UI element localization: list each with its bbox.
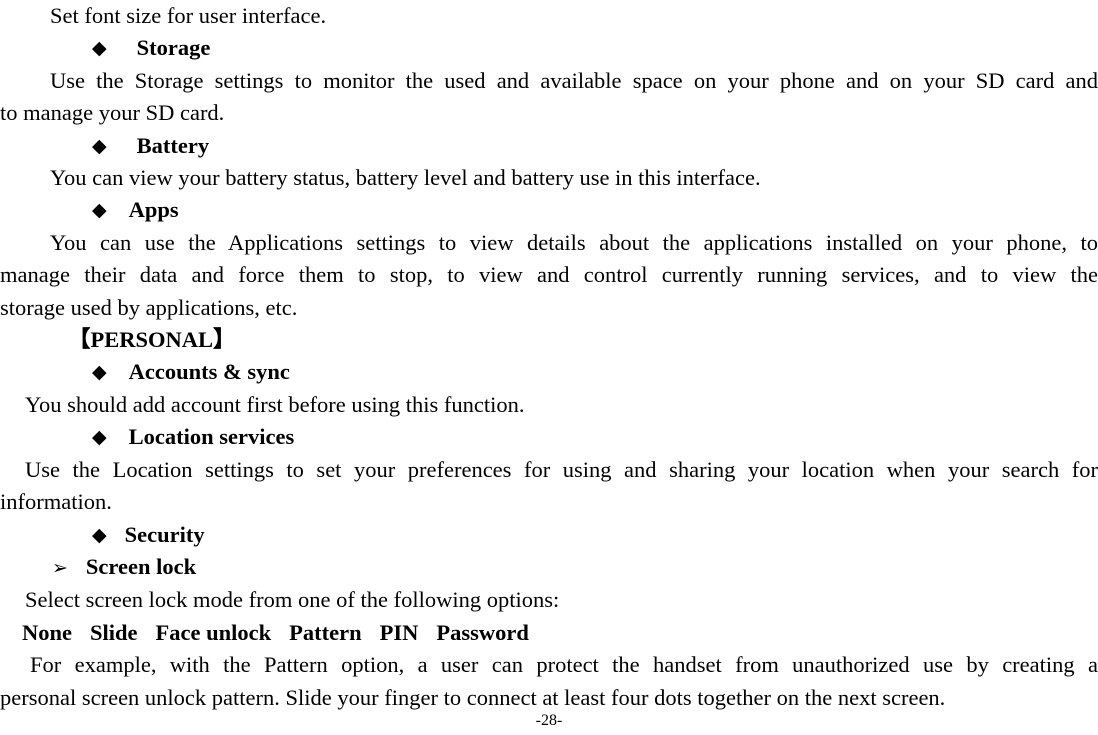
screen-lock-option: Password: [436, 619, 529, 645]
heading-location-services-label: Location services: [128, 424, 295, 450]
screen-lock-option: None: [22, 619, 72, 645]
location-body-line-1: Use the Location settings to set your pr…: [25, 456, 1098, 482]
screen-lock-option: Slide: [90, 619, 138, 645]
heading-apps: ◆ Apps: [0, 194, 1098, 226]
apps-body-line-3: storage used by applications, etc.: [0, 294, 298, 320]
storage-body-line-1: Use the Storage settings to monitor the …: [50, 67, 1098, 93]
diamond-bullet-icon: ◆: [92, 199, 107, 222]
storage-body-line-2: to manage your SD card.: [0, 100, 225, 126]
heading-accounts-sync-label: Accounts & sync: [128, 359, 290, 385]
page-content: Set font size for user interface. ◆ Stora…: [0, 0, 1098, 714]
location-body-line-2: information.: [0, 489, 112, 515]
apps-body-line-2: manage their data and force them to stop…: [0, 262, 1098, 288]
heading-location-services: ◆ Location services: [0, 421, 1098, 453]
heading-battery-label: Battery: [136, 132, 210, 158]
page-number: -28-: [535, 712, 563, 729]
battery-body: You can view your battery status, batter…: [50, 165, 761, 191]
pattern-example-line-1: For example, with the Pattern option, a …: [30, 652, 1098, 678]
heading-screen-lock: ➢ Screen lock: [0, 551, 1098, 584]
diamond-bullet-icon: ◆: [92, 523, 107, 546]
font-size-description: Set font size for user interface.: [50, 3, 327, 28]
heading-storage: ◆ Storage: [0, 32, 1098, 64]
accounts-body: You should add account first before usin…: [25, 391, 525, 417]
arrow-bullet-icon: ➢: [52, 556, 68, 579]
screen-lock-options: None Slide Face unlock Pattern PIN Password: [0, 617, 1098, 649]
diamond-bullet-icon: ◆: [92, 134, 107, 157]
heading-security-label: Security: [124, 521, 205, 547]
apps-body-line-1: You can use the Applications settings to…: [50, 229, 1098, 255]
diamond-bullet-icon: ◆: [92, 426, 107, 449]
heading-storage-label: Storage: [136, 35, 211, 61]
document-page: Set font size for user interface. ◆ Stora…: [0, 0, 1098, 735]
diamond-bullet-icon: ◆: [92, 361, 107, 384]
heading-accounts-sync: ◆ Accounts & sync: [0, 356, 1098, 388]
heading-battery: ◆ Battery: [0, 130, 1098, 162]
screen-lock-option: Pattern: [289, 619, 362, 645]
heading-screen-lock-label: Screen lock: [85, 553, 197, 579]
screen-lock-option: Face unlock: [155, 619, 272, 645]
screen-lock-option: PIN: [379, 619, 419, 645]
diamond-bullet-icon: ◆: [92, 37, 107, 60]
pattern-example-line-2: personal screen unlock pattern. Slide yo…: [0, 684, 946, 710]
section-header-personal: 【PERSONAL】: [68, 327, 236, 353]
heading-apps-label: Apps: [128, 197, 179, 223]
heading-security: ◆ Security: [0, 519, 1098, 551]
screen-lock-body: Select screen lock mode from one of the …: [25, 587, 560, 613]
